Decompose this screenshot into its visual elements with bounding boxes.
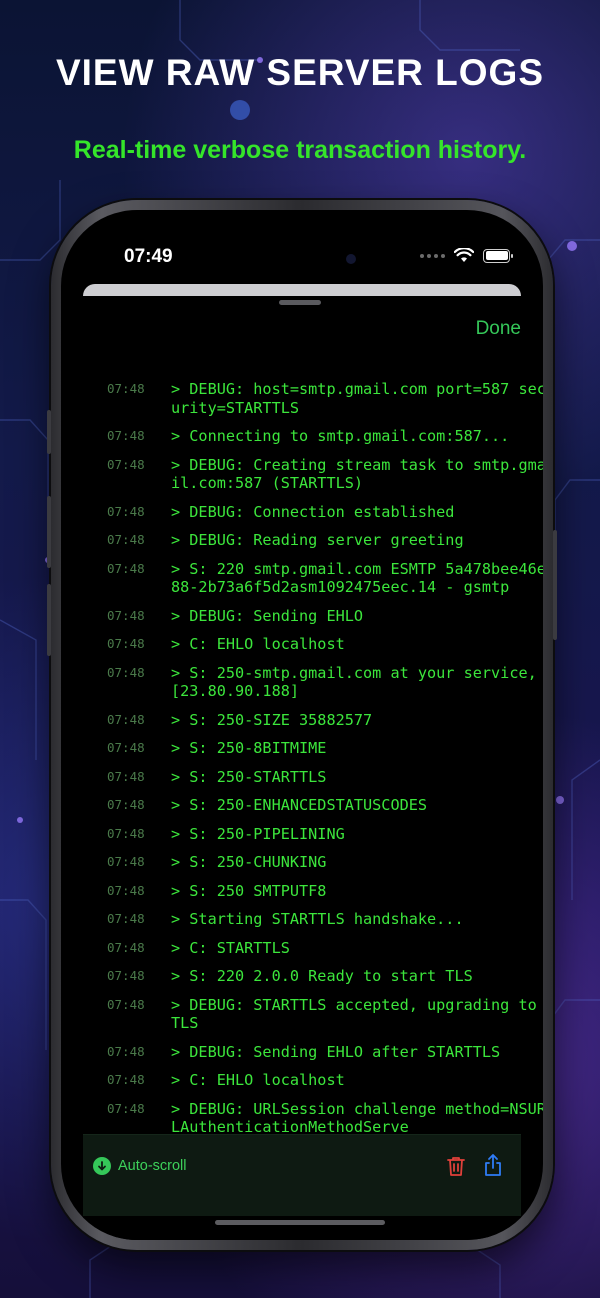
log-row: 07:48 > DEBUG: STARTTLS accepted, upgradi… (107, 996, 543, 1033)
log-timestamp: 07:48 (107, 607, 145, 623)
log-timestamp: 07:48 (107, 882, 145, 898)
log-timestamp: 07:48 (107, 381, 145, 396)
sheet-grabber[interactable] (279, 300, 321, 305)
done-button[interactable]: Done (476, 318, 521, 340)
log-timestamp: 07:48 (107, 456, 145, 472)
log-timestamp: 07:48 (107, 636, 145, 651)
log-message: > DEBUG: Reading server greeting (171, 531, 464, 549)
share-logs-button[interactable] (483, 1153, 503, 1182)
log-message: > C: EHLO localhost (171, 1071, 345, 1089)
log-message: > S: 250-CHUNKING (171, 853, 327, 871)
log-timestamp: 07:48 (107, 939, 145, 955)
log-row: 07:48 > DEBUG: Sending EHLO after STARTTL… (107, 1043, 543, 1062)
log-timestamp: 07:48 (107, 825, 145, 841)
log-row: 07:48 > S: 220 smtp.gmail.com ESMTP 5a478… (107, 560, 543, 597)
log-row: 07:48 > S: 250 SMTPUTF8 (107, 882, 543, 901)
log-message: > Starting STARTTLS handshake... (171, 910, 464, 928)
log-row: 07:48 > DEBUG: host=smtp.gmail.com port=5… (107, 380, 543, 417)
phone-frame: 07:49 Done 07:48 > DEBUG: host=smtp.gmail… (47, 200, 557, 1250)
log-message: > Connecting to smtp.gmail.com:587... (171, 427, 510, 445)
sheet-background-card (83, 284, 521, 296)
cellular-signal-icon (420, 253, 445, 258)
log-message: > S: 250-smtp.gmail.com at your service,… (171, 663, 537, 701)
camera-icon (346, 254, 356, 264)
log-message: > S: 250-SIZE 35882577 (171, 710, 373, 729)
log-row: 07:48 > C: EHLO localhost (107, 1071, 543, 1090)
log-row: 07:48 > S: 250-CHUNKING (107, 853, 543, 872)
log-message: > S: 250-PIPELINING (171, 824, 345, 843)
log-row: 07:48 > Starting STARTTLS handshake... (107, 910, 543, 929)
log-timestamp: 07:48 (107, 428, 145, 443)
log-message: > DEBUG: Sending EHLO after STARTTLS (171, 1042, 501, 1061)
log-message: > DEBUG: Sending EHLO (171, 606, 364, 625)
log-row: 07:48 > S: 250-smtp.gmail.com at your ser… (107, 664, 543, 701)
log-row: 07:48 > S: 250-PIPELINING (107, 825, 543, 844)
log-timestamp: 07:48 (107, 797, 145, 812)
status-time: 07:49 (124, 246, 173, 267)
log-row: 07:48 > S: 250-STARTTLS (107, 768, 543, 787)
log-message: > S: 250-8BITMIME (171, 739, 327, 757)
log-timestamp: 07:48 (107, 740, 145, 755)
log-message: > S: 220 2.0.0 Ready to start TLS (171, 967, 473, 985)
log-row: 07:48 > S: 250-SIZE 35882577 (107, 711, 543, 730)
action-button (47, 410, 51, 454)
banner-title: VIEW RAW SERVER LOGS (55, 52, 545, 93)
log-row: 07:48 > C: STARTTLS (107, 939, 543, 958)
log-timestamp: 07:48 (107, 711, 145, 727)
log-message: > S: 220 smtp.gmail.com ESMTP 5a478bee46… (171, 559, 543, 597)
log-message: > S: 250 SMTPUTF8 (171, 881, 327, 900)
log-timestamp: 07:48 (107, 768, 145, 784)
log-row: 07:48 > C: EHLO localhost (107, 635, 543, 654)
log-row: 07:48 > DEBUG: Connection established (107, 503, 543, 522)
log-row: 07:48 > S: 250-ENHANCEDSTATUSCODES (107, 796, 543, 815)
log-list[interactable]: 07:48 > DEBUG: host=smtp.gmail.com port=5… (107, 380, 543, 1132)
log-row: 07:48 > DEBUG: URLSession challenge metho… (107, 1100, 543, 1133)
log-row: 07:48 > DEBUG: Reading server greeting (107, 531, 543, 550)
log-message: > C: STARTTLS (171, 938, 290, 957)
log-row: 07:48 > DEBUG: Creating stream task to sm… (107, 456, 543, 493)
trash-icon (447, 1157, 465, 1176)
log-message: > DEBUG: Creating stream task to smtp.gm… (171, 455, 543, 493)
volume-down-button (47, 584, 51, 656)
log-timestamp: 07:48 (107, 996, 145, 1012)
log-timestamp: 07:48 (107, 664, 145, 680)
log-timestamp: 07:48 (107, 503, 145, 519)
log-timestamp: 07:48 (107, 560, 145, 576)
log-timestamp: 07:48 (107, 532, 145, 547)
log-timestamp: 07:48 (107, 1043, 145, 1059)
log-message: > DEBUG: URLSession challenge method=NSU… (171, 1099, 543, 1133)
home-indicator (215, 1220, 385, 1225)
log-message: > DEBUG: STARTTLS accepted, upgrading to… (171, 995, 537, 1033)
log-message: > DEBUG: Connection established (171, 502, 455, 521)
auto-scroll-toggle[interactable]: Auto-scroll (93, 1157, 187, 1175)
log-timestamp: 07:48 (107, 1072, 145, 1087)
log-message: > C: EHLO localhost (171, 635, 345, 653)
log-timestamp: 07:48 (107, 911, 145, 926)
phone-screen: 07:49 Done 07:48 > DEBUG: host=smtp.gmail… (61, 210, 543, 1240)
wifi-icon (454, 248, 474, 262)
status-icons (420, 248, 513, 263)
volume-up-button (47, 496, 51, 568)
log-timestamp: 07:48 (107, 1100, 145, 1116)
arrow-down-circle-icon (93, 1157, 111, 1175)
log-message: > DEBUG: host=smtp.gmail.com port=587 se… (171, 380, 543, 417)
log-toolbar: Auto-scroll (83, 1134, 521, 1216)
power-button (553, 530, 557, 640)
log-timestamp: 07:48 (107, 854, 145, 869)
log-row: 07:48 > DEBUG: Sending EHLO (107, 607, 543, 626)
log-message: > S: 250-STARTTLS (171, 767, 327, 786)
log-message: > S: 250-ENHANCEDSTATUSCODES (171, 796, 428, 814)
share-icon (485, 1154, 501, 1176)
delete-logs-button[interactable] (446, 1155, 466, 1182)
banner-subtitle: Real-time verbose transaction history. (73, 136, 527, 164)
log-row: 07:48 > S: 250-8BITMIME (107, 739, 543, 758)
auto-scroll-label: Auto-scroll (118, 1158, 187, 1174)
log-row: 07:48 > S: 220 2.0.0 Ready to start TLS (107, 967, 543, 986)
log-timestamp: 07:48 (107, 968, 145, 983)
battery-icon (483, 248, 513, 263)
log-row: 07:48 > Connecting to smtp.gmail.com:587.… (107, 427, 543, 446)
